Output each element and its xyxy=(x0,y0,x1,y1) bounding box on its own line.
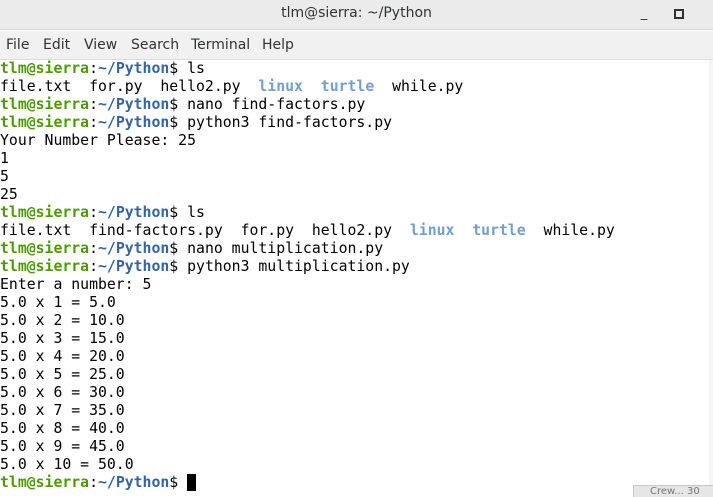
prompt-user: tlm@sierra xyxy=(0,204,90,221)
prompt-symbol: $ xyxy=(169,240,188,257)
window-title: tlm@sierra: ~/Python xyxy=(281,5,432,21)
prompt-path: ~/Python xyxy=(98,474,170,491)
prompt-symbol: $ xyxy=(169,204,188,221)
minimize-button[interactable]: _ xyxy=(634,4,654,24)
menu-view[interactable]: View xyxy=(84,37,117,53)
file-entry: hello2.py xyxy=(160,78,241,95)
menu-file[interactable]: File xyxy=(6,37,29,53)
prompt-user: tlm@sierra xyxy=(0,114,90,131)
terminal-line: file.txt find-factors.py for.py hello2.p… xyxy=(0,222,615,240)
prompt-symbol: $ xyxy=(169,114,188,131)
terminal-line: tlm@sierra:~/Python$ nano find-factors.p… xyxy=(0,96,365,114)
prompt-path: ~/Python xyxy=(98,114,170,131)
background-window[interactable]: Crew... 30 xyxy=(633,485,713,497)
directory-entry: linux xyxy=(258,78,303,95)
terminal-line: tlm@sierra:~/Python$ python3 multiplicat… xyxy=(0,258,410,276)
prompt-path: ~/Python xyxy=(98,96,170,113)
output-line: Your Number Please: 25 xyxy=(0,132,196,149)
prompt-separator: : xyxy=(89,474,99,491)
command-text: python3 multiplication.py xyxy=(187,258,410,275)
prompt-path: ~/Python xyxy=(98,240,170,257)
scrollbar[interactable] xyxy=(709,60,713,497)
command-text: nano find-factors.py xyxy=(187,96,366,113)
output-line: 5.0 x 10 = 50.0 xyxy=(0,456,134,473)
output-line: 5.0 x 9 = 45.0 xyxy=(0,438,125,455)
prompt-separator: : xyxy=(89,60,99,77)
prompt-separator: : xyxy=(89,96,99,113)
text-cursor xyxy=(187,474,197,491)
background-window-text: Crew... 30 xyxy=(650,486,700,497)
prompt-path: ~/Python xyxy=(98,204,170,221)
output-line: Enter a number: 5 xyxy=(0,276,152,293)
file-entry: hello2.py xyxy=(311,222,393,239)
prompt-user: tlm@sierra xyxy=(0,240,90,257)
prompt-symbol: $ xyxy=(169,474,188,491)
file-entry: for.py xyxy=(240,222,295,239)
menu-bar: File Edit View Search Terminal Help xyxy=(0,31,713,60)
output-line: 25 xyxy=(0,186,18,203)
terminal-area[interactable]: tlm@sierra:~/Python$ ls file.txt for.py … xyxy=(0,60,713,497)
prompt-user: tlm@sierra xyxy=(0,258,90,275)
prompt-separator: : xyxy=(89,240,99,257)
prompt-path: ~/Python xyxy=(98,60,170,77)
menu-edit[interactable]: Edit xyxy=(43,37,70,53)
file-entry: while.py xyxy=(543,222,615,239)
menu-terminal[interactable]: Terminal xyxy=(191,37,250,53)
prompt-user: tlm@sierra xyxy=(0,60,90,77)
file-entry: while.py xyxy=(392,78,464,95)
output-line: 5 xyxy=(0,168,9,185)
terminal-line: tlm@sierra:~/Python$ ls xyxy=(0,204,205,222)
file-entry: file.txt xyxy=(0,78,72,95)
terminal-line: tlm@sierra:~/Python$ python3 find-factor… xyxy=(0,114,392,132)
output-line: 5.0 x 8 = 40.0 xyxy=(0,420,125,437)
prompt-separator: : xyxy=(89,204,99,221)
prompt-separator: : xyxy=(89,114,99,131)
output-line: 5.0 x 2 = 10.0 xyxy=(0,312,125,329)
file-entry: file.txt xyxy=(0,222,72,239)
output-line: 5.0 x 6 = 30.0 xyxy=(0,384,125,401)
output-line: 5.0 x 7 = 35.0 xyxy=(0,402,125,419)
terminal-window: tlm@sierra: ~/Python _ File Edit View Se… xyxy=(0,0,713,497)
command-text: nano multiplication.py xyxy=(187,240,384,257)
maximize-icon xyxy=(674,9,684,19)
menu-search[interactable]: Search xyxy=(131,37,179,53)
file-entry: find-factors.py xyxy=(89,222,223,239)
directory-entry: linux xyxy=(409,222,455,239)
file-entry: for.py xyxy=(89,78,143,95)
prompt-symbol: $ xyxy=(169,258,188,275)
command-text: python3 find-factors.py xyxy=(187,114,393,131)
directory-entry: turtle xyxy=(320,78,375,95)
command-text: ls xyxy=(187,60,205,77)
prompt-symbol: $ xyxy=(169,96,188,113)
maximize-button[interactable] xyxy=(669,4,689,24)
prompt-user: tlm@sierra xyxy=(0,96,90,113)
output-line: 5.0 x 3 = 15.0 xyxy=(0,330,125,347)
terminal-line: tlm@sierra:~/Python$ nano multiplication… xyxy=(0,240,383,258)
directory-entry: turtle xyxy=(472,222,526,239)
terminal-line: tlm@sierra:~/Python$ xyxy=(0,474,197,492)
output-line: 5.0 x 1 = 5.0 xyxy=(0,294,116,311)
command-text: ls xyxy=(187,204,205,221)
prompt-separator: : xyxy=(89,258,99,275)
terminal-line: tlm@sierra:~/Python$ ls xyxy=(0,60,205,78)
prompt-path: ~/Python xyxy=(98,258,170,275)
prompt-user: tlm@sierra xyxy=(0,474,90,491)
prompt-symbol: $ xyxy=(169,60,188,77)
output-line: 5.0 x 4 = 20.0 xyxy=(0,348,125,365)
title-bar[interactable]: tlm@sierra: ~/Python _ xyxy=(0,0,713,30)
output-line: 1 xyxy=(0,150,9,167)
output-line: 5.0 x 5 = 25.0 xyxy=(0,366,125,383)
minimize-icon: _ xyxy=(640,6,648,21)
menu-help[interactable]: Help xyxy=(262,37,294,53)
terminal-line: file.txt for.py hello2.py linux turtle w… xyxy=(0,78,463,96)
